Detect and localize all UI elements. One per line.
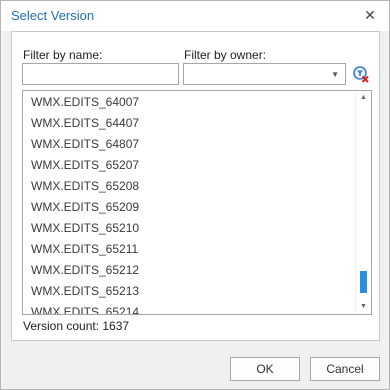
filter-owner-dropdown[interactable]: ▼ (183, 63, 346, 85)
list-item[interactable]: WMX.EDITS_65208 (31, 176, 139, 197)
cancel-button[interactable]: Cancel (310, 357, 380, 381)
list-item[interactable]: WMX.EDITS_65210 (31, 218, 139, 239)
list-item[interactable]: WMX.EDITS_64007 (31, 92, 139, 113)
close-icon: ✕ (364, 7, 376, 23)
version-list[interactable]: WMX.EDITS_64007 WMX.EDITS_64407 WMX.EDIT… (22, 90, 372, 315)
list-item[interactable]: WMX.EDITS_64807 (31, 134, 139, 155)
filter-name-input[interactable] (22, 63, 179, 85)
list-item[interactable]: WMX.EDITS_65209 (31, 197, 139, 218)
chevron-down-icon: ▼ (331, 70, 339, 79)
filter-name-label: Filter by name: (23, 48, 103, 62)
list-item[interactable]: WMX.EDITS_65213 (31, 281, 139, 302)
vertical-scrollbar[interactable]: ▲ ▼ (355, 91, 371, 314)
list-item[interactable]: WMX.EDITS_65211 (31, 239, 138, 260)
ok-button[interactable]: OK (230, 357, 300, 381)
list-item[interactable]: WMX.EDITS_65207 (31, 155, 139, 176)
list-item[interactable]: WMX.EDITS_65214 (31, 302, 139, 314)
clear-filter-icon (353, 66, 369, 83)
close-button[interactable]: ✕ (359, 5, 381, 25)
version-count: Version count: 1637 (23, 319, 130, 333)
title-bar[interactable]: Select Version ✕ (1, 1, 389, 31)
dialog-content: Filter by name: Filter by owner: ▼ WMX.E… (11, 31, 380, 341)
filter-owner-label: Filter by owner: (184, 48, 267, 62)
list-item[interactable]: WMX.EDITS_64407 (31, 113, 139, 134)
clear-filter-button[interactable] (351, 64, 371, 84)
dialog-title: Select Version (11, 8, 95, 23)
list-item[interactable]: WMX.EDITS_65212 (31, 260, 139, 281)
scroll-up-icon[interactable]: ▲ (356, 91, 371, 105)
select-version-dialog: Select Version ✕ Filter by name: Filter … (0, 0, 390, 390)
scroll-down-icon[interactable]: ▼ (356, 300, 371, 314)
scroll-thumb[interactable] (360, 271, 367, 293)
